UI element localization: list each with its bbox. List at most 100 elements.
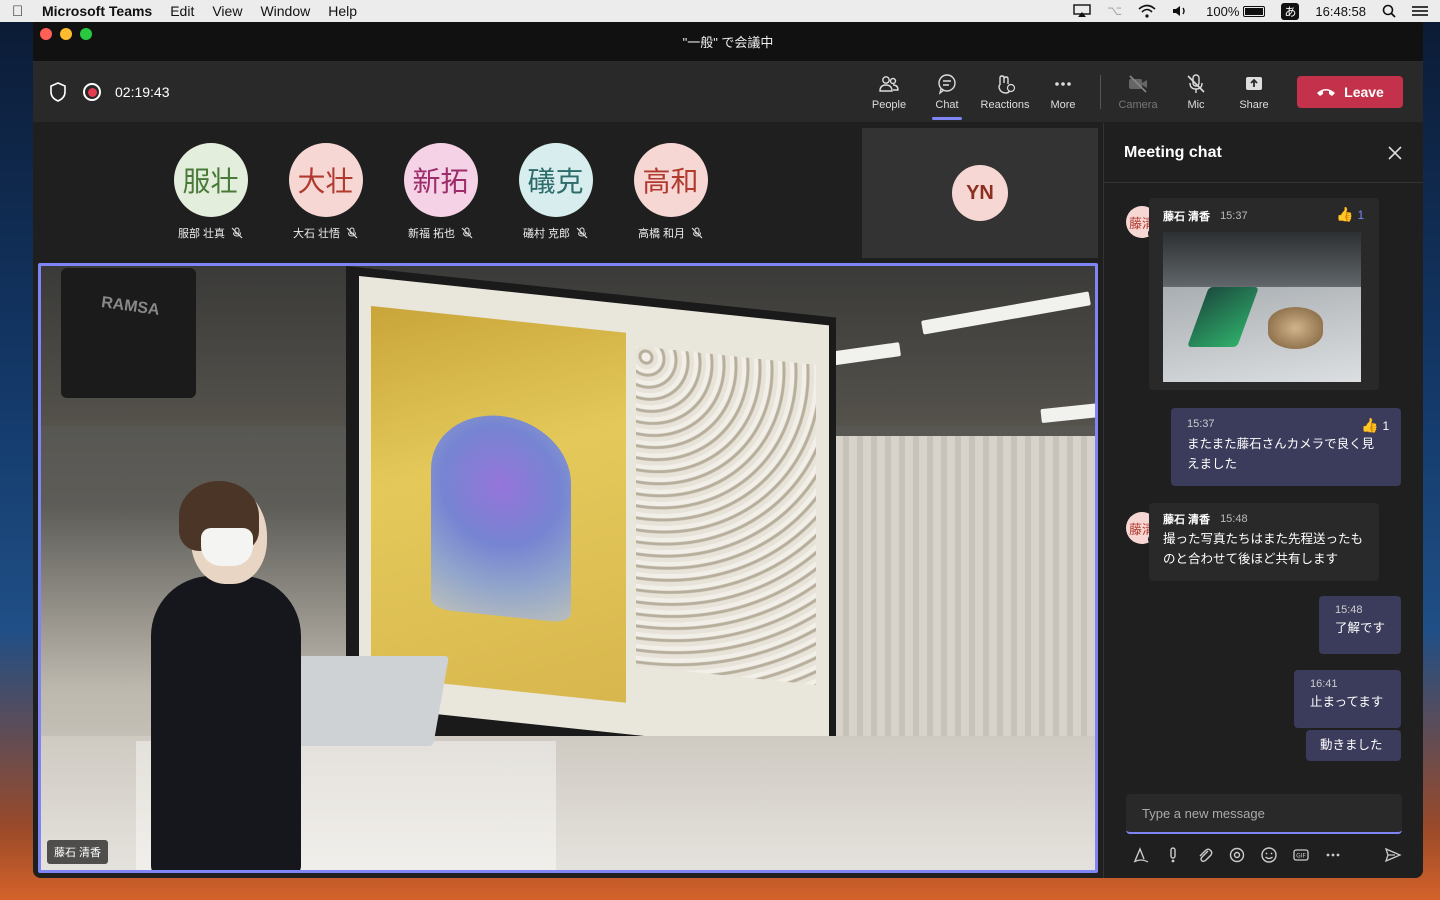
shared-photo[interactable] — [1163, 232, 1361, 382]
menu-help[interactable]: Help — [328, 3, 357, 19]
title-bar: "一般" で会議中 — [33, 22, 1423, 62]
teams-window: "一般" で会議中 02:19:43 People Chat Reactions… — [33, 22, 1423, 878]
chat-message[interactable]: 藤石 清香 15:37 — [1149, 198, 1379, 390]
participant-name-row: 新福 拓也 — [408, 225, 473, 241]
share-button[interactable]: Share — [1225, 62, 1283, 122]
close-window-button[interactable] — [40, 28, 52, 40]
leave-label: Leave — [1344, 84, 1384, 100]
close-icon[interactable] — [1387, 145, 1403, 161]
menu-bar:  Microsoft Teams Edit View Window Help … — [0, 0, 1440, 22]
main-video[interactable]: RAMSA 藤石 清香 — [38, 263, 1098, 873]
important-icon[interactable] — [1164, 846, 1182, 864]
participant-name: 高橋 和月 — [637, 228, 686, 240]
camera-label: Camera — [1118, 99, 1158, 111]
window-title: "一般" で会議中 — [682, 35, 774, 50]
reactions-button[interactable]: Reactions — [976, 62, 1034, 122]
reaction-count: 1 — [1357, 207, 1365, 222]
chat-message[interactable]: 藤石 清香 15:48 撮った写真たちはまた先程送ったものと合わせて後ほど共有し… — [1149, 503, 1379, 581]
mic-muted-icon — [461, 227, 473, 239]
input-method-icon[interactable]: あ — [1281, 2, 1300, 20]
mic-muted-icon — [231, 227, 243, 239]
menu-window[interactable]: Window — [260, 3, 310, 19]
window-controls — [40, 28, 92, 40]
reactions-icon — [998, 75, 1016, 94]
svg-text:GIF: GIF — [1296, 853, 1306, 860]
spotlight-icon[interactable] — [1382, 4, 1396, 18]
meeting-toolbar: 02:19:43 People Chat Reactions More Came… — [33, 62, 1423, 122]
hang-up-icon — [1317, 89, 1336, 96]
self-video-tile[interactable]: YN — [862, 128, 1098, 258]
participant-tile[interactable]: 高和高橋 和月 — [633, 143, 708, 241]
message-time: 15:37 — [1220, 210, 1248, 222]
message-text: またまた藤石さんカメラで良く見えました — [1187, 437, 1375, 471]
chat-message-own[interactable]: 15:48 了解です — [1319, 596, 1401, 654]
participant-name: 大石 壮悟 — [292, 228, 341, 240]
message-text: 撮った写真たちはまた先程送ったものと合わせて後ほど共有します — [1163, 532, 1364, 566]
control-center-icon[interactable] — [1412, 5, 1428, 17]
mic-muted-icon — [346, 227, 358, 239]
people-button[interactable]: People — [860, 62, 918, 122]
emoji-icon[interactable] — [1260, 846, 1278, 864]
shield-icon[interactable] — [49, 82, 67, 102]
participant-avatar: 高和 — [633, 143, 708, 217]
participant-name-row: 高橋 和月 — [638, 225, 703, 241]
more-button[interactable]: More — [1034, 62, 1092, 122]
apple-icon[interactable]:  — [12, 3, 42, 20]
video-laptop — [283, 656, 449, 746]
reaction-badge[interactable]: 👍 1 — [1361, 417, 1389, 434]
chat-button[interactable]: Chat — [918, 62, 976, 122]
gif-icon[interactable]: GIF — [1292, 846, 1310, 864]
message-meta: 藤石 清香 15:37 — [1163, 208, 1365, 224]
attach-icon[interactable] — [1196, 846, 1214, 864]
menu-edit[interactable]: Edit — [170, 3, 194, 19]
app-menu[interactable]: Microsoft Teams — [42, 3, 152, 19]
message-time: 15:48 — [1220, 513, 1248, 525]
participant-tile[interactable]: 礒克 礒村 克郎 — [518, 143, 593, 241]
participant-tile[interactable]: 大壮大石 壮悟 — [288, 143, 363, 241]
message-time: 16:41 — [1310, 678, 1338, 690]
mic-button[interactable]: Mic — [1167, 62, 1225, 122]
wifi-icon[interactable] — [1138, 4, 1156, 18]
participant-avatar: 大壮 — [288, 143, 363, 217]
zoom-window-button[interactable] — [80, 28, 92, 40]
battery-status[interactable]: 100% — [1206, 4, 1266, 19]
reaction-count: 1 — [1382, 418, 1390, 433]
bluetooth-icon[interactable]: ⌥ — [1107, 3, 1122, 19]
more-options-icon[interactable] — [1324, 846, 1342, 864]
mic-muted-icon — [691, 227, 703, 239]
people-icon — [879, 76, 899, 92]
menu-view[interactable]: View — [212, 3, 242, 19]
format-icon[interactable] — [1132, 846, 1150, 864]
message-input[interactable] — [1142, 805, 1386, 821]
mic-label: Mic — [1187, 99, 1205, 111]
message-text: 動きました — [1320, 738, 1383, 752]
send-icon[interactable] — [1384, 846, 1402, 864]
minimize-window-button[interactable] — [60, 28, 72, 40]
meeting-chat-panel: Meeting chat 藤清 藤石 清香 15:37 👍 1 15:37 また… — [1103, 123, 1423, 878]
compose-box[interactable] — [1126, 794, 1402, 834]
message-time: 15:48 — [1335, 604, 1363, 616]
participant-tile[interactable]: 服壮 服部 壮真 — [173, 143, 248, 241]
participant-tile[interactable]: 新拓 新福 拓也 — [403, 143, 478, 241]
speaker-name-label: 藤石 清香 — [47, 840, 109, 864]
video-brand-text: RAMSA — [100, 294, 161, 320]
meeting-stage: 服壮 服部 壮真 大壮 大石 壮悟 新拓 新福 拓也 礒克 礒村 克郎 高和 高橋 和月 YN R… — [33, 123, 1103, 878]
more-icon — [1055, 82, 1071, 86]
loop-icon[interactable] — [1228, 846, 1246, 864]
video-blinds — [835, 436, 1095, 756]
menubar-clock[interactable]: 16:48:58 — [1315, 4, 1366, 19]
chat-message-own[interactable]: 16:41 止まってます — [1294, 670, 1401, 728]
camera-button[interactable]: Camera — [1109, 62, 1167, 122]
compose-toolbar: GIF — [1126, 843, 1402, 867]
people-label: People — [871, 99, 907, 111]
volume-icon[interactable] — [1172, 4, 1190, 18]
chat-message-own[interactable]: 動きました — [1306, 730, 1401, 761]
participant-avatar: 礒克 — [518, 143, 593, 217]
video-presenter-body — [151, 576, 301, 870]
airplay-icon[interactable] — [1073, 4, 1091, 18]
battery-icon — [1243, 5, 1266, 17]
share-label: Share — [1239, 99, 1269, 111]
participant-name-row: 大石 壮悟 — [293, 225, 358, 241]
reaction-badge[interactable]: 👍 1 — [1336, 206, 1364, 223]
leave-button[interactable]: Leave — [1297, 76, 1403, 108]
